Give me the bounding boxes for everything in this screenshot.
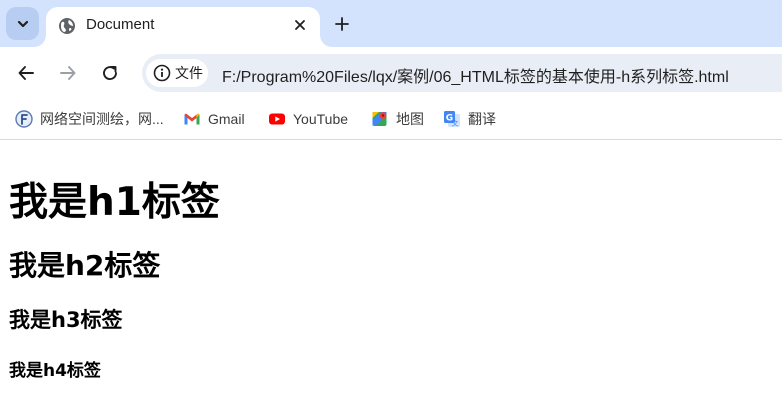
bookmarks-bar: 网络空间测绘，网... Gmail YouTube 地图 G 文 翻译	[0, 99, 782, 140]
site-info-chip[interactable]: 文件	[146, 59, 208, 87]
bookmark-label: YouTube	[293, 111, 349, 127]
bookmark-label: Gmail	[208, 111, 245, 127]
bookmark-label: 地图	[396, 111, 424, 127]
info-icon	[153, 64, 171, 82]
address-bar[interactable]: 文件 F:/Program%20Files/lqx/案例/06_HTML标签的基…	[142, 54, 782, 92]
plus-icon[interactable]	[330, 12, 354, 36]
arrow-left-icon[interactable]	[14, 61, 38, 85]
bookmark-label: 翻译	[468, 111, 496, 127]
page-content: 我是h1标签 我是h2标签 我是h3标签 我是h4标签	[0, 140, 782, 400]
bookmark-maps[interactable]: 地图	[371, 109, 424, 129]
maps-icon	[372, 112, 387, 126]
heading-h1: 我是h1标签	[9, 180, 220, 225]
arrow-right-icon[interactable]	[56, 61, 80, 85]
gmail-icon	[184, 113, 200, 125]
bookmark-youtube[interactable]: YouTube	[268, 109, 348, 129]
site-chip-label: 文件	[175, 65, 203, 81]
translate-icon: G 文	[444, 111, 460, 128]
tab-document[interactable]: Document	[46, 7, 320, 47]
tab-title: Document	[86, 16, 155, 33]
svg-text:文: 文	[452, 119, 459, 128]
bookmark-gmail[interactable]: Gmail	[183, 109, 245, 129]
bookmark-translate[interactable]: G 文 翻译	[443, 109, 496, 129]
heading-h4: 我是h4标签	[9, 361, 101, 381]
toolbar: 文件 F:/Program%20Files/lqx/案例/06_HTML标签的基…	[0, 47, 782, 99]
fofa-icon	[15, 110, 33, 128]
globe-icon	[59, 18, 75, 34]
tab-strip: Document	[0, 0, 782, 47]
heading-h3: 我是h3标签	[9, 308, 123, 332]
close-icon[interactable]	[290, 15, 310, 35]
youtube-icon	[269, 113, 285, 125]
url-text[interactable]: F:/Program%20Files/lqx/案例/06_HTML标签的基本使用…	[222, 63, 729, 87]
bookmark-label: 网络空间测绘，网...	[40, 111, 164, 127]
reload-icon[interactable]	[98, 61, 122, 85]
heading-h2: 我是h2标签	[9, 249, 161, 282]
bookmark-fofa[interactable]: 网络空间测绘，网...	[15, 109, 164, 129]
